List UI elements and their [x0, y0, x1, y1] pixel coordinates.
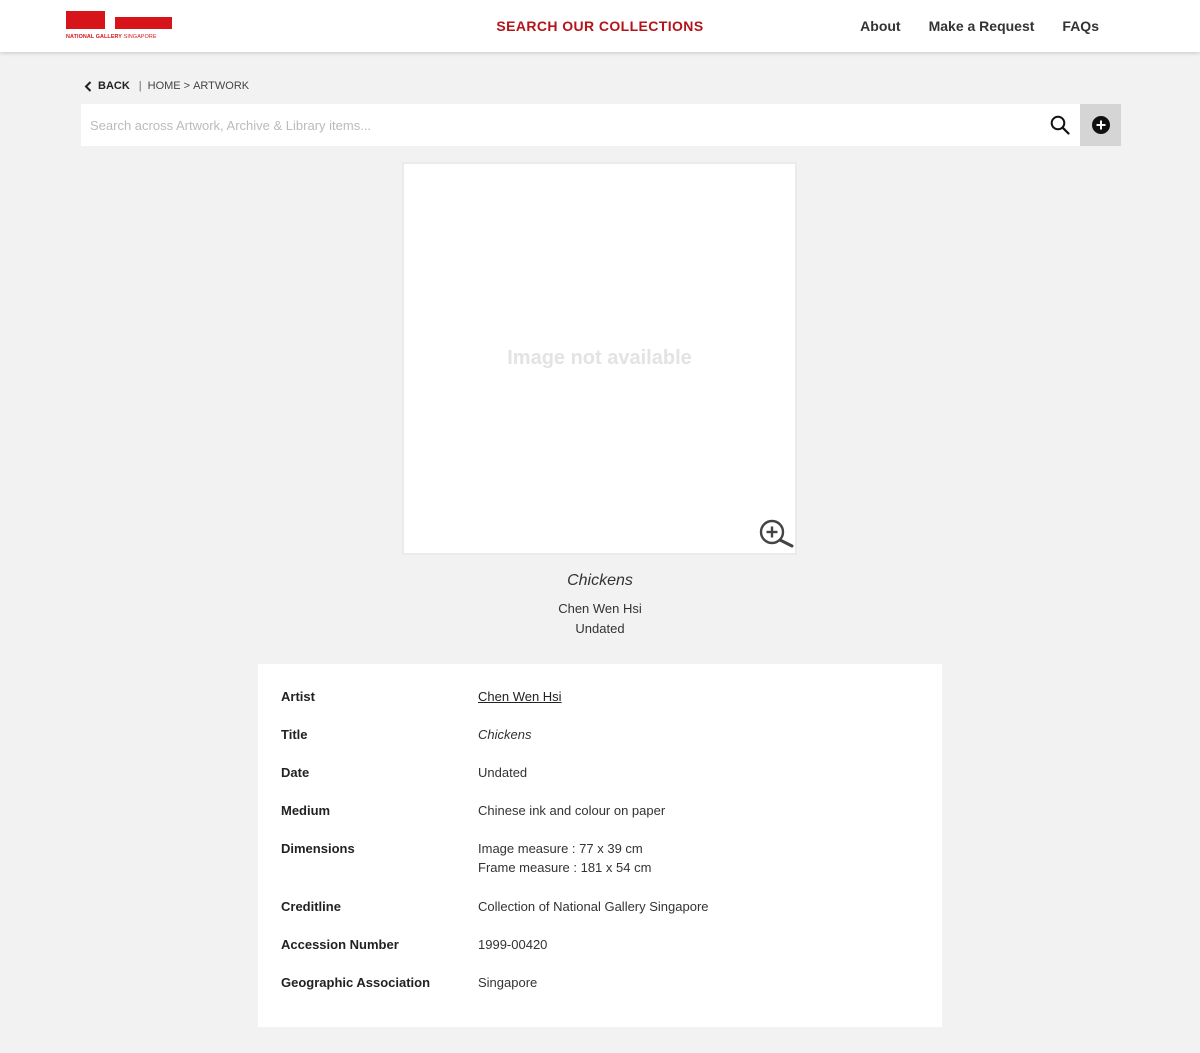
breadcrumb-separator: |	[138, 80, 142, 92]
breadcrumb: BACK | HOME > ARTWORK	[84, 78, 249, 94]
image-not-available-text: Image not available	[507, 347, 692, 369]
search-collections-link[interactable]: SEARCH OUR COLLECTIONS	[496, 18, 703, 34]
detail-label: Geographic Association	[281, 975, 431, 990]
artwork-details: Artist Chen Wen Hsi Title Chickens Date …	[258, 664, 942, 1027]
detail-value: Chinese ink and colour on paper	[478, 803, 666, 818]
detail-value-image-measure: Image measure : 77 x 39 cm	[478, 841, 643, 856]
nav-make-a-request[interactable]: Make a Request	[929, 18, 1035, 34]
main-nav: About Make a Request FAQs	[860, 18, 1099, 34]
detail-label: Date	[281, 765, 310, 780]
detail-label: Title	[281, 727, 308, 742]
artist-link[interactable]: Chen Wen Hsi	[478, 689, 562, 704]
detail-label: Medium	[281, 803, 331, 818]
detail-row-title: Title Chickens	[281, 725, 922, 744]
detail-value: Collection of National Gallery Singapore	[478, 899, 709, 914]
detail-row-dimensions: Dimensions Image measure : 77 x 39 cm Fr…	[281, 839, 922, 877]
breadcrumb-arrow: >	[183, 80, 191, 92]
chevron-left-icon	[84, 80, 92, 92]
nav-faqs[interactable]: FAQs	[1062, 18, 1099, 34]
add-filter-button[interactable]	[1080, 104, 1121, 146]
detail-label: Creditline	[281, 899, 341, 914]
plus-circle-icon	[1091, 116, 1110, 134]
detail-row-artist: Artist Chen Wen Hsi	[281, 687, 922, 706]
artwork-date: Undated	[575, 621, 625, 636]
zoom-in-icon	[759, 519, 794, 548]
back-label: BACK	[98, 80, 130, 92]
detail-row-medium: Medium Chinese ink and colour on paper	[281, 801, 922, 820]
detail-value: Singapore	[478, 975, 538, 990]
detail-row-creditline: Creditline Collection of National Galler…	[281, 897, 922, 916]
detail-row-date: Date Undated	[281, 763, 922, 782]
artwork-artist: Chen Wen Hsi	[558, 601, 642, 616]
magnifier-icon	[1050, 115, 1070, 135]
artwork-image[interactable]: Image not available	[402, 162, 797, 555]
search-button[interactable]	[1040, 104, 1080, 146]
detail-row-geographic-association: Geographic Association Singapore	[281, 973, 922, 992]
artwork-title: Chickens	[567, 572, 633, 589]
detail-label: Dimensions	[281, 841, 355, 856]
zoom-button[interactable]	[759, 518, 797, 548]
detail-label: Artist	[281, 689, 315, 704]
site-header: NATIONAL GALLERY SINGAPORE SEARCH OUR CO…	[0, 0, 1200, 52]
breadcrumb-current: ARTWORK	[193, 80, 250, 92]
search-input[interactable]	[81, 104, 1040, 146]
breadcrumb-home[interactable]: HOME	[148, 80, 181, 92]
nav-about[interactable]: About	[860, 18, 900, 34]
detail-value: Chickens	[478, 727, 532, 742]
back-button[interactable]: BACK	[84, 80, 130, 92]
search-bar	[81, 104, 1121, 146]
detail-value-frame-measure: Frame measure : 181 x 54 cm	[478, 860, 652, 875]
detail-value: 1999-00420	[478, 937, 548, 952]
detail-value: Undated	[478, 765, 528, 780]
detail-row-accession-number: Accession Number 1999-00420	[281, 935, 922, 954]
detail-label: Accession Number	[281, 937, 399, 952]
